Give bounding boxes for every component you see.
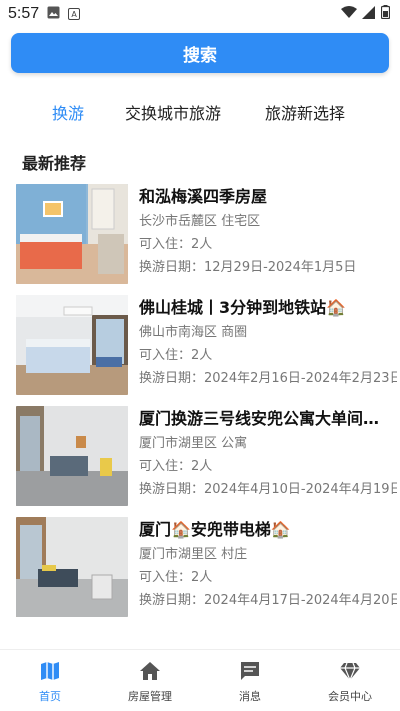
status-left: 5:57 A [8, 5, 81, 23]
status-right [341, 5, 391, 23]
tab-city-exchange[interactable]: 交换城市旅游 [125, 100, 221, 124]
listing-title: 和泓梅溪四季房屋 [139, 187, 268, 206]
listing-dates: 换游日期：2024年4月10日-2024年4月19日 [139, 482, 397, 497]
listing-dates: 换游日期：2024年2月16日-2024年2月23日 [139, 371, 397, 386]
bottom-nav: 首页 房屋管理 消息 会员中心 [0, 649, 400, 711]
map-icon [41, 662, 59, 680]
listing-capacity: 可入住：2人 [139, 570, 213, 585]
listing-item[interactable]: 和泓梅溪四季房屋 长沙市岳麓区 住宅区 可入住：2人 换游日期：12月29日-2… [16, 184, 400, 295]
image-icon [47, 5, 60, 23]
nav-messages[interactable]: 消息 [200, 650, 300, 711]
wifi-icon [341, 5, 357, 23]
listing-thumbnail [16, 406, 128, 506]
listing-title: 厦门换游三号线安兜公寓大单间… [139, 409, 380, 428]
listing-list: 和泓梅溪四季房屋 长沙市岳麓区 住宅区 可入住：2人 换游日期：12月29日-2… [16, 184, 400, 628]
listing-info: 和泓梅溪四季房屋 长沙市岳麓区 住宅区 可入住：2人 换游日期：12月29日-2… [139, 184, 397, 279]
search-button[interactable]: 搜索 [11, 33, 389, 73]
category-tabs: 换游 交换城市旅游 旅游新选择 [0, 100, 400, 130]
listing-item[interactable]: 佛山桂城丨3分钟到地铁站🏠 佛山市南海区 商圈 可入住：2人 换游日期：2024… [16, 295, 400, 406]
listing-location: 厦门市湖里区 公寓 [139, 436, 248, 451]
diamond-icon [340, 662, 360, 682]
nav-member-center[interactable]: 会员中心 [300, 650, 400, 711]
section-title: 最新推荐 [22, 154, 87, 173]
nav-home[interactable]: 首页 [0, 650, 100, 711]
listing-location: 佛山市南海区 商圈 [139, 325, 248, 340]
tab-new-choice[interactable]: 旅游新选择 [265, 100, 345, 124]
listing-info: 佛山桂城丨3分钟到地铁站🏠 佛山市南海区 商圈 可入住：2人 换游日期：2024… [139, 295, 397, 390]
status-bar: 5:57 A [0, 0, 400, 28]
status-time: 5:57 [8, 5, 40, 22]
listing-info: 厦门🏠安兜带电梯🏠 厦门市湖里区 村庄 可入住：2人 换游日期：2024年4月1… [139, 517, 397, 612]
nav-member-center-label: 会员中心 [328, 690, 372, 703]
listing-capacity: 可入住：2人 [139, 348, 213, 363]
listing-thumbnail [16, 295, 128, 395]
nav-house-management[interactable]: 房屋管理 [100, 650, 200, 711]
signal-icon [362, 5, 376, 23]
home-icon [140, 662, 160, 680]
listing-thumbnail [16, 184, 128, 284]
battery-icon [380, 5, 391, 23]
a-icon: A [68, 8, 81, 20]
listing-item[interactable]: 厦门🏠安兜带电梯🏠 厦门市湖里区 村庄 可入住：2人 换游日期：2024年4月1… [16, 517, 400, 628]
listing-item[interactable]: 厦门换游三号线安兜公寓大单间… 厦门市湖里区 公寓 可入住：2人 换游日期：20… [16, 406, 400, 517]
listing-capacity: 可入住：2人 [139, 459, 213, 474]
nav-messages-label: 消息 [239, 690, 261, 703]
listing-dates: 换游日期：12月29日-2024年1月5日 [139, 260, 357, 275]
listing-dates: 换游日期：2024年4月17日-2024年4月20日 [139, 593, 397, 608]
listing-info: 厦门换游三号线安兜公寓大单间… 厦门市湖里区 公寓 可入住：2人 换游日期：20… [139, 406, 397, 501]
listing-title: 佛山桂城丨3分钟到地铁站🏠 [139, 298, 347, 317]
listing-capacity: 可入住：2人 [139, 237, 213, 252]
nav-house-management-label: 房屋管理 [128, 690, 172, 703]
listing-location: 长沙市岳麓区 住宅区 [139, 214, 261, 229]
message-icon [241, 662, 259, 680]
listing-title: 厦门🏠安兜带电梯🏠 [139, 520, 291, 539]
nav-home-label: 首页 [39, 690, 61, 703]
listing-thumbnail [16, 517, 128, 617]
listing-location: 厦门市湖里区 村庄 [139, 547, 248, 562]
tab-swap[interactable]: 换游 [52, 100, 84, 124]
